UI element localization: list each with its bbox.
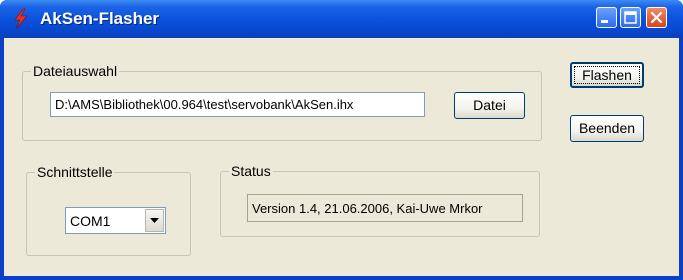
dropdown-button[interactable]	[145, 209, 164, 232]
close-icon	[650, 11, 663, 24]
lightning-icon	[14, 8, 28, 30]
file-selection-group: Dateiauswahl D:\AMS\Bibliothek\00.964\te…	[22, 63, 542, 141]
interface-group: Schnittstelle COM1	[26, 164, 191, 256]
maximize-button[interactable]	[620, 7, 641, 28]
exit-button[interactable]: Beenden	[570, 115, 644, 142]
status-group: Status Version 1.4, 21.06.2006, Kai-Uwe …	[220, 163, 540, 237]
minimize-icon	[601, 20, 608, 23]
interface-label: Schnittstelle	[35, 164, 115, 180]
browse-file-button[interactable]: Datei	[454, 92, 525, 119]
dialog-body: Dateiauswahl D:\AMS\Bibliothek\00.964\te…	[4, 38, 679, 276]
status-text: Version 1.4, 21.06.2006, Kai-Uwe Mrkor	[247, 194, 523, 222]
file-selection-label: Dateiauswahl	[31, 63, 120, 79]
close-button[interactable]	[646, 7, 667, 28]
app-window: AkSen-Flasher Dateiauswahl D:\AMS\Biblio…	[0, 0, 683, 280]
status-label: Status	[229, 163, 273, 179]
port-select[interactable]: COM1	[65, 207, 166, 234]
flash-button[interactable]: Flashen	[570, 62, 644, 88]
maximize-icon	[624, 11, 637, 24]
chevron-down-icon	[150, 218, 159, 223]
title-bar[interactable]: AkSen-Flasher	[0, 0, 683, 38]
port-selected-value: COM1	[70, 213, 111, 229]
file-path-input[interactable]: D:\AMS\Bibliothek\00.964\test\servobank\…	[50, 92, 425, 117]
minimize-button[interactable]	[596, 7, 617, 28]
window-title: AkSen-Flasher	[40, 9, 160, 28]
focus-rectangle	[574, 66, 640, 84]
